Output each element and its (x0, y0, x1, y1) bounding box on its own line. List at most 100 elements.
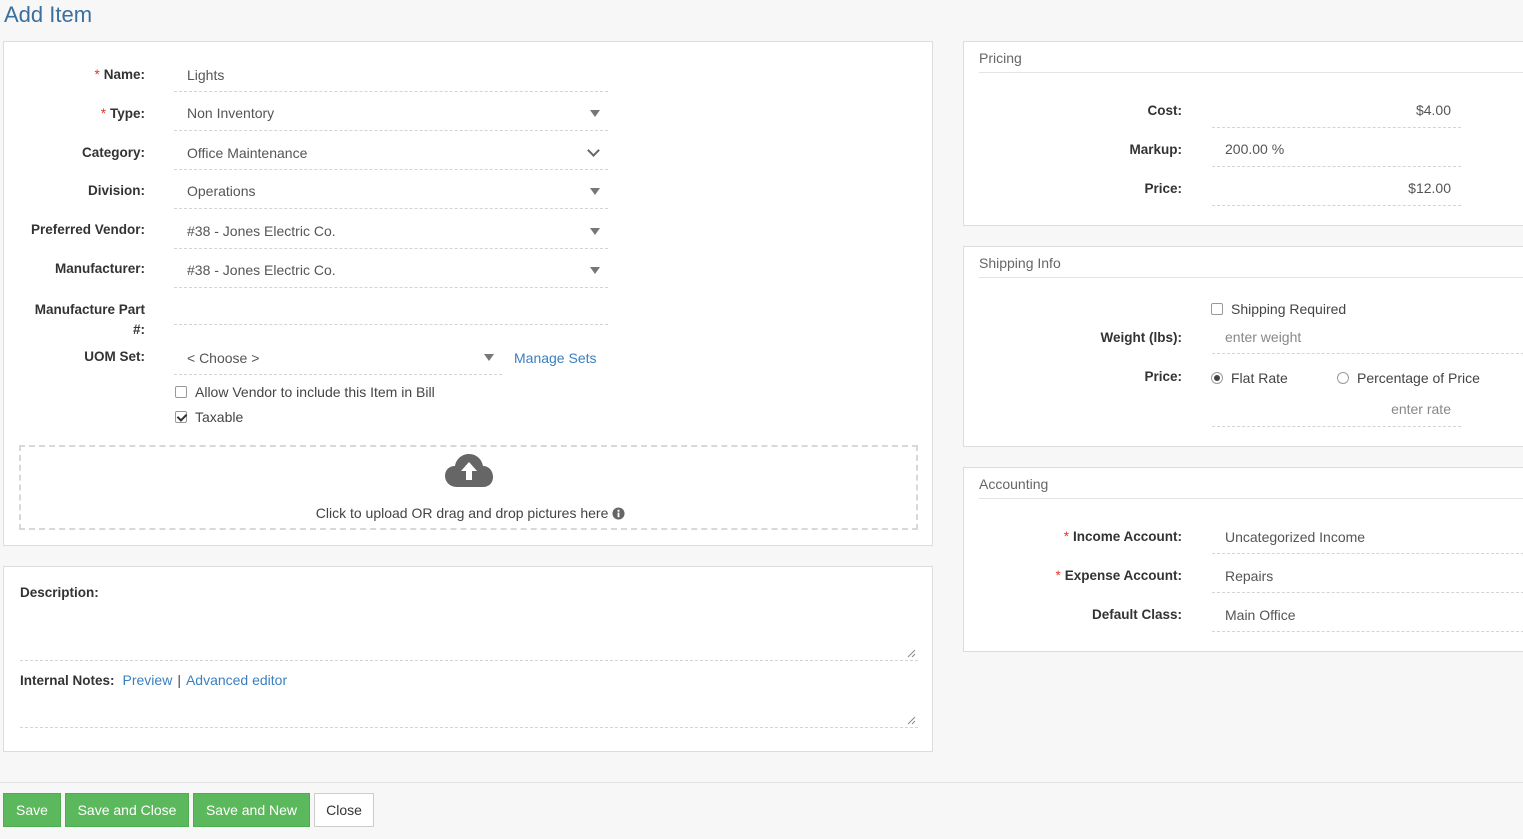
page-title: Add Item (4, 2, 93, 27)
required-marker: * (94, 67, 100, 82)
type-label: * Type: (100, 106, 145, 121)
save-and-close-button[interactable]: Save and Close (65, 793, 189, 827)
chevron-down-icon (587, 143, 600, 157)
description-label: Description: (20, 585, 99, 600)
internal-notes-label: Internal Notes: (20, 672, 115, 688)
link-separator: | (177, 672, 181, 688)
cost-label: Cost: (1147, 103, 1183, 118)
division-value: Operations (187, 183, 256, 199)
manufacturer-label: Manufacturer: (54, 261, 145, 276)
required-marker: * (1063, 529, 1069, 544)
manufacture-part-input[interactable] (174, 290, 608, 325)
income-account-value: Uncategorized Income (1225, 528, 1366, 545)
price-input[interactable]: $12.00 (1212, 171, 1461, 206)
markup-label: Markup: (1129, 142, 1182, 157)
cost-input[interactable]: $4.00 (1212, 93, 1461, 128)
allow-vendor-label: Allow Vendor to include this Item in Bil… (195, 384, 435, 400)
percentage-label: Percentage of Price (1357, 370, 1480, 386)
caret-down-icon (590, 227, 600, 235)
expense-account-select[interactable]: Repairs (1212, 559, 1523, 593)
manufacture-part-label: Manufacture Part #: (34, 302, 145, 337)
taxable-label: Taxable (195, 409, 244, 425)
income-account-label: * Income Account: (1063, 529, 1182, 544)
caret-down-icon (590, 187, 600, 195)
uom-set-label: UOM Set: (84, 349, 145, 364)
internal-notes-textarea[interactable] (20, 695, 918, 728)
expense-account-label: * Expense Account: (1055, 568, 1182, 583)
accounting-panel: Accounting * Income Account: Uncategorize… (963, 467, 1523, 652)
percentage-radio[interactable] (1337, 372, 1349, 384)
caret-down-icon (590, 109, 600, 117)
preview-link[interactable]: Preview (123, 672, 173, 688)
name-input[interactable]: Lights (174, 58, 608, 92)
resize-grip-icon[interactable] (907, 716, 916, 725)
percentage-option[interactable]: Percentage of Price (1337, 370, 1480, 386)
category-select[interactable]: Office Maintenance (174, 136, 608, 170)
preferred-vendor-label: Preferred Vendor: (30, 222, 145, 237)
flat-rate-radio[interactable] (1211, 372, 1223, 384)
rate-input[interactable]: enter rate (1212, 392, 1461, 427)
notes-panel: Description: Internal Notes: Preview | A… (3, 566, 933, 752)
caret-down-icon (484, 354, 494, 361)
pricing-panel: Pricing Cost: $4.00 Markup: 200.00 % Pri… (963, 41, 1523, 226)
default-class-value: Main Office (1225, 606, 1296, 623)
division-label: Division: (87, 183, 145, 198)
divider (979, 277, 1523, 278)
resize-grip-icon[interactable] (907, 649, 916, 658)
close-button[interactable]: Close (314, 793, 374, 827)
taxable-checkbox[interactable] (175, 411, 187, 423)
description-textarea[interactable] (20, 607, 918, 661)
accounting-header: Accounting (979, 476, 1049, 492)
internal-notes-header: Internal Notes: Preview | Advanced edito… (20, 672, 287, 688)
save-and-new-button[interactable]: Save and New (193, 793, 310, 827)
shipping-panel: Shipping Info Shipping Required Weight (… (963, 246, 1523, 447)
division-select[interactable]: Operations (174, 174, 608, 209)
type-value: Non Inventory (187, 105, 275, 121)
cost-value: $4.00 (1415, 102, 1451, 118)
info-icon (612, 507, 625, 520)
weight-input[interactable]: enter weight (1212, 320, 1523, 354)
footer-divider (0, 782, 1523, 783)
income-account-select[interactable]: Uncategorized Income (1212, 520, 1523, 554)
pricing-header: Pricing (979, 50, 1022, 66)
picture-dropzone[interactable]: Click to upload OR drag and drop picture… (19, 445, 918, 530)
required-marker: * (100, 106, 106, 121)
price-label: Price: (1144, 181, 1182, 196)
caret-down-icon (590, 266, 600, 274)
upload-instructions: Click to upload OR drag and drop picture… (21, 505, 920, 521)
type-select[interactable]: Non Inventory (174, 96, 608, 131)
shipping-required-checkbox[interactable] (1211, 303, 1223, 315)
preferred-vendor-value: #38 - Jones Electric Co. (187, 223, 336, 239)
weight-label: Weight (lbs): (1100, 330, 1183, 345)
shipping-required-row[interactable]: Shipping Required (1211, 301, 1346, 317)
manage-sets-link[interactable]: Manage Sets (514, 350, 597, 366)
allow-vendor-checkbox[interactable] (175, 386, 187, 398)
weight-placeholder: enter weight (1225, 328, 1302, 345)
shipping-required-label: Shipping Required (1231, 301, 1347, 317)
cloud-upload-icon (445, 454, 493, 487)
flat-rate-label: Flat Rate (1231, 370, 1288, 386)
expense-account-value: Repairs (1225, 567, 1274, 584)
uom-set-select[interactable]: < Choose > (174, 341, 502, 375)
name-label: * Name: (94, 67, 145, 82)
uom-set-value: < Choose > (187, 349, 260, 366)
default-class-select[interactable]: Main Office (1212, 598, 1523, 632)
category-label: Category: (81, 145, 145, 160)
flat-rate-option[interactable]: Flat Rate (1211, 370, 1288, 386)
allow-vendor-row[interactable]: Allow Vendor to include this Item in Bil… (175, 384, 435, 400)
rate-placeholder: enter rate (1391, 401, 1451, 417)
taxable-row[interactable]: Taxable (175, 409, 243, 425)
markup-input[interactable]: 200.00 % (1212, 132, 1461, 167)
shipping-price-label: Price: (1144, 369, 1182, 384)
item-details-panel: * Name: Lights * Type: Non Inventory Categ… (3, 41, 933, 546)
advanced-editor-link[interactable]: Advanced editor (186, 672, 287, 688)
manufacturer-value: #38 - Jones Electric Co. (187, 262, 336, 278)
shipping-header: Shipping Info (979, 255, 1061, 271)
preferred-vendor-select[interactable]: #38 - Jones Electric Co. (174, 214, 608, 249)
save-button[interactable]: Save (3, 793, 61, 827)
required-marker: * (1055, 568, 1061, 583)
divider (979, 498, 1523, 499)
manufacturer-select[interactable]: #38 - Jones Electric Co. (174, 253, 608, 288)
price-value: $12.00 (1408, 180, 1451, 196)
divider (979, 72, 1523, 73)
